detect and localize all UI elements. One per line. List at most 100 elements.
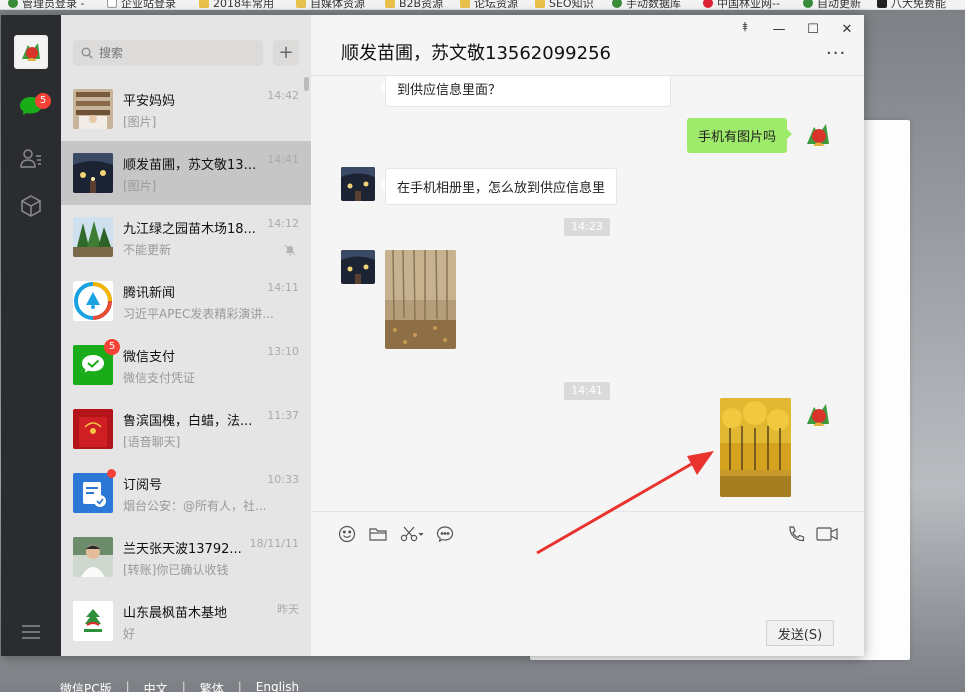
minimize-button[interactable]: — xyxy=(769,20,789,38)
avatar xyxy=(73,473,113,513)
chat-time: 14:41 xyxy=(267,153,299,166)
timestamp: 14:23 xyxy=(564,218,610,236)
contact-avatar[interactable] xyxy=(341,250,375,284)
footer-link[interactable]: 繁体 xyxy=(200,680,224,692)
chat-item[interactable]: 5 微信支付 微信支付凭证 13:10 xyxy=(61,333,311,397)
collection-box-icon[interactable] xyxy=(18,193,44,219)
chat-name: 九江绿之园苗木场18... xyxy=(123,222,256,237)
voice-call-icon[interactable] xyxy=(785,523,807,545)
pin-button[interactable]: ⯒ xyxy=(735,20,755,38)
my-avatar[interactable] xyxy=(14,35,48,69)
chat-title: 顺发苗圃，苏文敬13562099256 xyxy=(341,43,611,64)
search-icon xyxy=(81,47,93,59)
search-input[interactable] xyxy=(99,46,249,60)
chat-item[interactable]: 腾讯新闻 习近平APEC发表精彩演讲... 14:11 xyxy=(61,269,311,333)
chat-preview: 微信支付凭证 xyxy=(123,371,196,385)
chat-list-pane: + 平安妈妈 [图片] 14:42 顺发苗圃，苏文敬13562099256 [图… xyxy=(61,15,311,656)
emoji-icon[interactable] xyxy=(336,523,358,545)
bookmark-icon xyxy=(8,0,18,8)
bookmark-item[interactable]: 手动数据库 xyxy=(612,0,681,9)
chat-preview: 烟台公安：@所有人，社... xyxy=(123,499,267,513)
bookmark-item[interactable]: 自动更新 xyxy=(803,0,861,9)
bookmark-icon xyxy=(877,0,887,8)
bookmark-item[interactable]: 八大免费能 xyxy=(877,0,946,9)
avatar xyxy=(73,409,113,449)
chat-item[interactable]: 山东晨枫苗木基地 好 昨天 xyxy=(61,589,311,653)
chat-name: 微信支付 xyxy=(123,350,176,365)
folder-icon xyxy=(199,0,209,8)
bookmark-icon xyxy=(803,0,813,8)
message-area: 到供应信息里面？ 手机有图片吗 在手机相册里，怎么放到供应信息里 14:23 1 xyxy=(311,76,864,511)
more-options-button[interactable]: ··· xyxy=(826,43,846,64)
image-message-poplar-trees[interactable] xyxy=(385,250,456,349)
image-message-ginkgo-trees[interactable] xyxy=(720,398,791,497)
chat-time: 13:10 xyxy=(267,345,299,358)
folder-icon[interactable] xyxy=(367,523,389,545)
chat-name: 兰天张天波13792... xyxy=(123,542,242,557)
footer-separator: | xyxy=(181,680,186,692)
bookmark-icon xyxy=(703,0,713,8)
bookmark-item[interactable]: 管理员登录 - xyxy=(8,0,84,9)
contact-avatar[interactable] xyxy=(341,167,375,201)
footer-link[interactable]: English xyxy=(256,680,299,692)
chat-item[interactable]: 兰天张天波13792... [转账]你已确认收钱 18/11/11 xyxy=(61,525,311,589)
chat-time: 11:37 xyxy=(267,409,299,422)
bookmark-item[interactable]: 自媒体资源 xyxy=(296,0,365,9)
chat-time: 14:11 xyxy=(267,281,299,294)
maximize-button[interactable]: ☐ xyxy=(803,20,823,38)
chat-preview: [转账]你已确认收钱 xyxy=(123,563,229,577)
avatar xyxy=(73,153,113,193)
message-bubble-in[interactable]: 到供应信息里面？ xyxy=(380,76,671,107)
footer-separator: | xyxy=(125,680,130,692)
chat-name: 订阅号 xyxy=(123,478,163,493)
video-call-icon[interactable] xyxy=(815,523,839,545)
my-message-avatar[interactable] xyxy=(801,118,835,152)
chat-name: 平安妈妈 xyxy=(123,94,176,109)
send-button[interactable]: 发送(S) xyxy=(766,620,834,646)
chat-item[interactable]: 九江绿之园苗木场18... 不能更新 14:12 xyxy=(61,205,311,269)
close-button[interactable]: ✕ xyxy=(837,20,857,38)
message-bubble-out[interactable]: 手机有图片吗 xyxy=(687,118,793,153)
folder-icon xyxy=(460,0,470,8)
menu-icon[interactable] xyxy=(18,619,44,645)
contacts-icon[interactable] xyxy=(18,145,44,171)
folder-icon xyxy=(535,0,545,8)
avatar xyxy=(73,281,113,321)
nav-bar: 5 xyxy=(1,15,61,656)
footer-link[interactable]: 中文 xyxy=(144,680,168,692)
folder-icon xyxy=(385,0,395,8)
message-text: 手机有图片吗 xyxy=(698,130,777,145)
add-button[interactable]: + xyxy=(273,40,299,66)
avatar xyxy=(73,537,113,577)
bookmark-item[interactable]: B2B资源 xyxy=(385,0,443,9)
bookmark-item[interactable]: 企业站登录 xyxy=(107,0,176,9)
screenshot-scissors-icon[interactable] xyxy=(399,523,427,545)
avatar xyxy=(73,217,113,257)
bookmark-item[interactable]: SEO知识 xyxy=(535,0,594,9)
chat-preview: [图片] xyxy=(123,179,157,193)
bookmark-item[interactable]: 2018年常用 xyxy=(199,0,274,9)
chat-time: 18/11/11 xyxy=(249,537,299,550)
folder-icon xyxy=(296,0,306,8)
message-text: 到供应信息里面？ xyxy=(397,83,502,98)
my-message-avatar[interactable] xyxy=(801,398,835,432)
search-box[interactable] xyxy=(73,40,263,66)
chat-name: 顺发苗圃，苏文敬13562099256 xyxy=(123,158,258,173)
message-text: 在手机相册里，怎么放到供应信息里 xyxy=(397,181,606,196)
chat-item[interactable]: 平安妈妈 [图片] 14:42 xyxy=(61,77,311,141)
avatar xyxy=(73,601,113,641)
footer-link[interactable]: 微信PC版 xyxy=(60,680,112,692)
bookmark-icon xyxy=(612,0,622,8)
message-input-area[interactable]: 发送(S) xyxy=(311,511,864,656)
chat-item[interactable]: 订阅号 烟台公安：@所有人，社... 10:33 xyxy=(61,461,311,525)
chat-preview: [语音聊天] xyxy=(123,435,181,449)
bookmark-item[interactable]: 中国林业网-- xyxy=(703,0,780,9)
chat-item[interactable]: 顺发苗圃，苏文敬13562099256 [图片] 14:41 xyxy=(61,141,311,205)
chat-item[interactable]: 鲁滨国槐，白蜡，法... [语音聊天] 11:37 xyxy=(61,397,311,461)
timestamp: 14:41 xyxy=(564,382,610,400)
chat-time: 昨天 xyxy=(277,603,299,616)
bookmark-item[interactable]: 论坛资源 xyxy=(460,0,518,9)
message-bubble-in[interactable]: 在手机相册里，怎么放到供应信息里 xyxy=(379,168,618,205)
footer-links: 微信PC版 | 中文 | 繁体 | English xyxy=(60,680,299,692)
chat-history-icon[interactable] xyxy=(434,523,456,545)
